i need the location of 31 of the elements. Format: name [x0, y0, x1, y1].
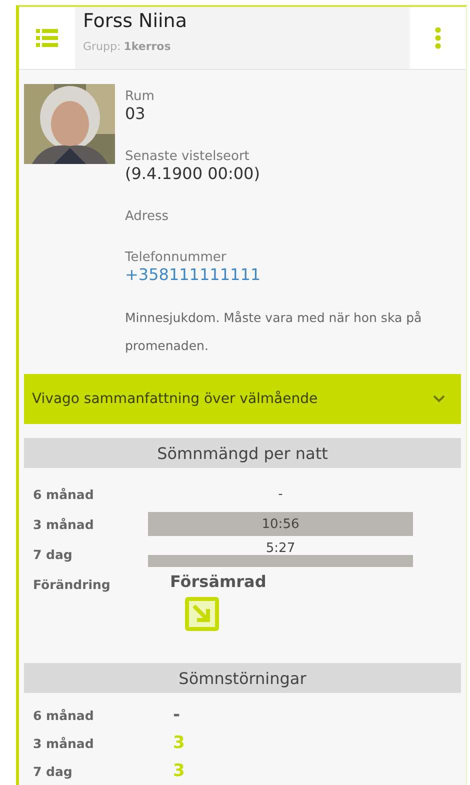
group-label: Grupp: [83, 40, 121, 53]
phone-link[interactable]: +358111111111 [125, 265, 261, 284]
row-label: 6 månad [33, 708, 95, 722]
field-label: Rum [125, 89, 156, 104]
field-label: Senaste vistelseort [125, 149, 250, 164]
patient-name: Forss Niina [83, 10, 188, 32]
field-label: Telefonnummer [125, 250, 228, 265]
row-value: - [277, 486, 284, 502]
row-value: - [173, 705, 182, 725]
section-header: Sömnmängd per natt [24, 438, 461, 468]
chevron-icon [433, 395, 445, 403]
field-value: (9.4.1900 00:00) [125, 164, 261, 183]
note-text: Minnesjukdom. Måste vara med när hon ska på promenaden. [125, 309, 423, 355]
field-value: 03 [125, 104, 146, 123]
row-value: 3 [173, 733, 186, 753]
bar-value: 5:27 [264, 541, 296, 556]
row-label: 7 dag [33, 546, 74, 562]
row-label: 6 månad [33, 486, 95, 502]
change-value: Försämrad [170, 572, 266, 591]
row-value: 3 [173, 761, 186, 781]
summary-toggle[interactable]: Vivago sammanfattning över välmående [24, 374, 461, 424]
field-label: Adress [125, 209, 170, 224]
list-icon [36, 29, 58, 47]
section-header: Sömnstörningar [24, 663, 461, 693]
more-icon [435, 27, 441, 49]
row-label: Förändring [33, 576, 112, 592]
group-value: 1kerros [124, 40, 171, 53]
row-label: 3 månad [33, 736, 95, 750]
row-label: 3 månad [33, 516, 95, 532]
row-label: 7 dag [33, 764, 74, 778]
value-bar: 10:56 [148, 512, 413, 536]
